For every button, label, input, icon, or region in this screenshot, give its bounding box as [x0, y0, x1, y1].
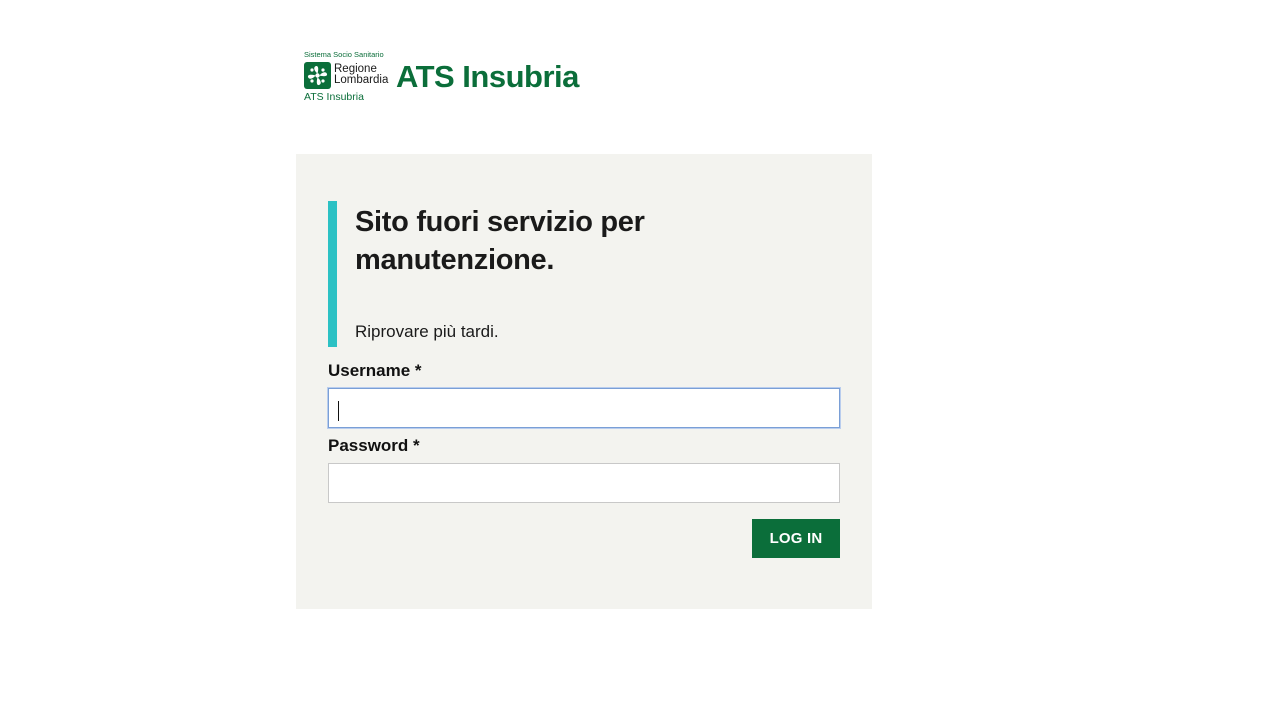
lombardia-rose-icon	[304, 62, 331, 89]
logo-top-text: Sistema Socio Sanitario	[304, 50, 384, 59]
username-label: Username *	[328, 361, 422, 380]
notice-title: Sito fuori servizio per manutenzione.	[355, 206, 645, 276]
login-button[interactable]: LOG IN	[752, 519, 840, 558]
notice-message: Riprovare più tardi.	[355, 322, 499, 341]
maintenance-notice: Sito fuori servizio per manutenzione. Ri…	[328, 201, 840, 347]
site-header: Sistema Socio Sanitario Regione Lombardi…	[304, 50, 579, 104]
password-input[interactable]	[328, 463, 840, 503]
login-card: Sito fuori servizio per manutenzione. Ri…	[296, 154, 872, 609]
logo-region-line2: Lombardia	[334, 74, 389, 86]
ats-insubria-logo[interactable]: Sistema Socio Sanitario Regione Lombardi…	[304, 50, 396, 104]
site-title[interactable]: ATS Insubria	[396, 59, 579, 95]
form-actions: LOG IN	[328, 519, 840, 558]
username-input[interactable]	[328, 388, 840, 428]
logo-region-text: Regione Lombardia	[334, 63, 389, 86]
text-caret	[338, 401, 339, 421]
login-page: Sistema Socio Sanitario Regione Lombardi…	[0, 0, 1287, 710]
password-label: Password *	[328, 436, 420, 455]
logo-bottom-text: ATS Insubria	[304, 91, 364, 103]
